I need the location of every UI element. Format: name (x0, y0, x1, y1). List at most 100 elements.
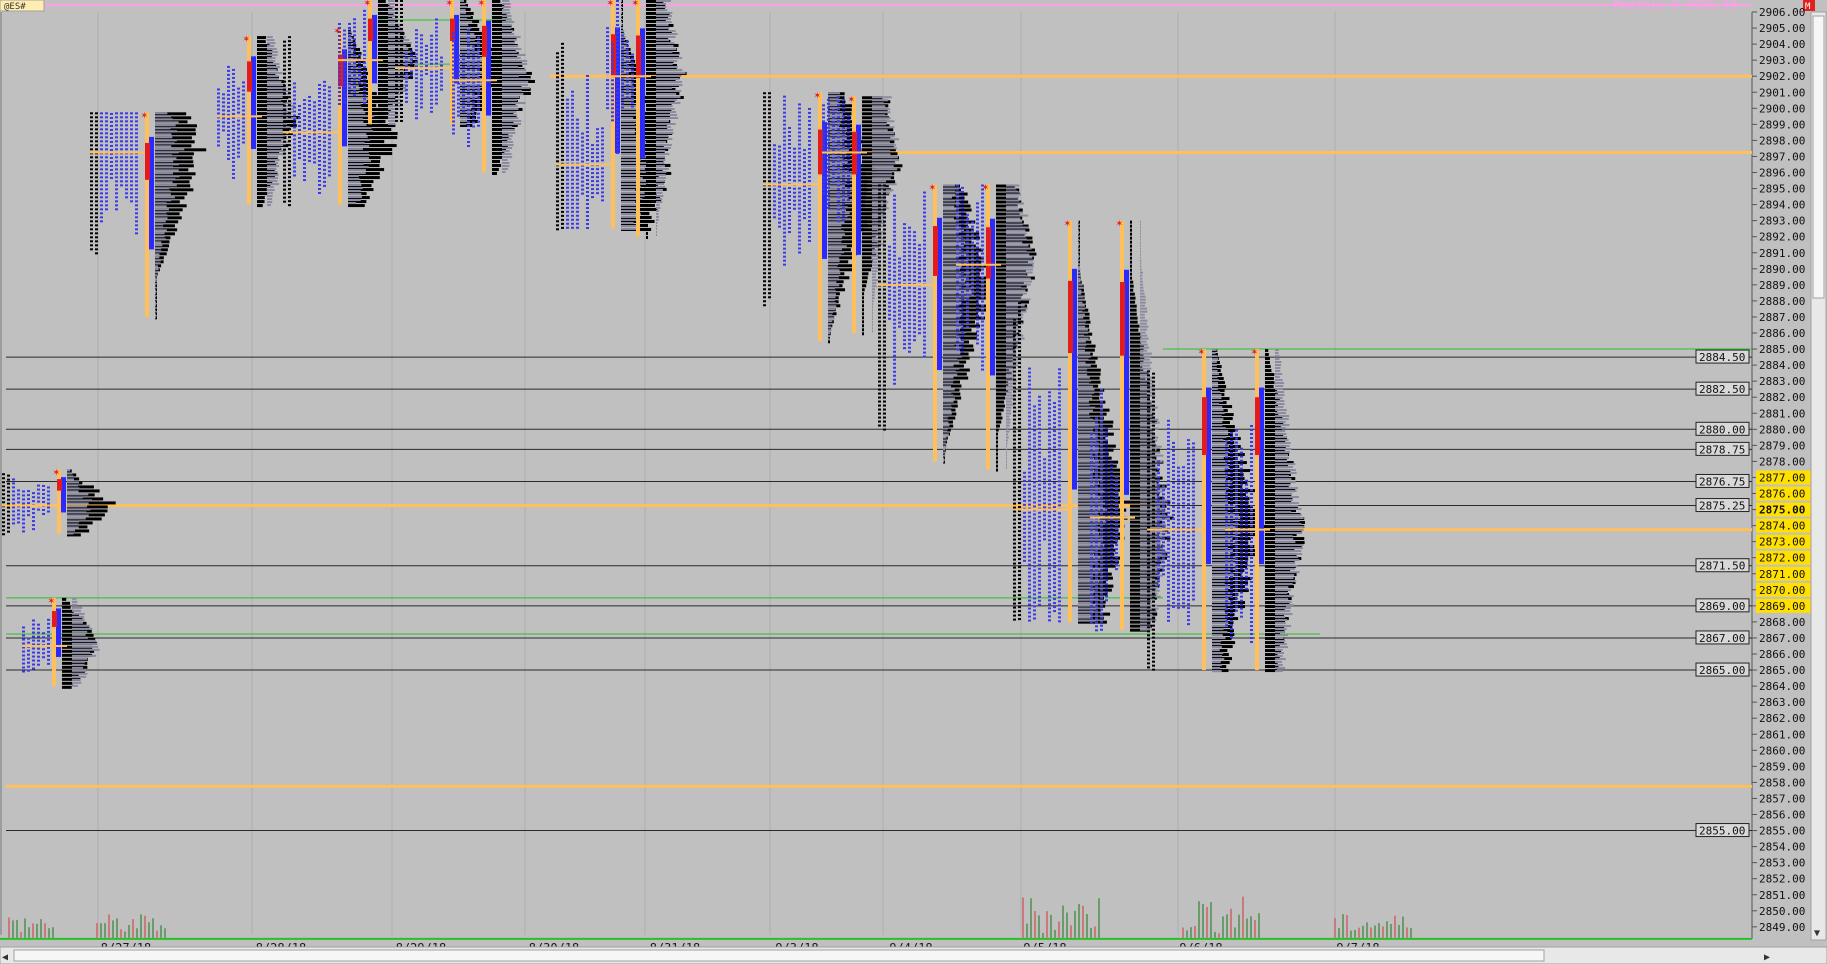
tpo-mark (318, 111, 321, 114)
tpo-mark (822, 104, 825, 107)
tpo-mark (328, 154, 331, 157)
tpo-mark (611, 95, 614, 98)
tpo-mark (1013, 350, 1016, 353)
tpo-mark (303, 99, 306, 102)
tpo-mark (832, 160, 835, 163)
volume-profile-bar (872, 303, 874, 306)
tpo-mark (435, 38, 438, 41)
tpo-mark (283, 96, 286, 99)
volume-profile-bar (1006, 262, 1035, 265)
tpo-mark (918, 260, 921, 263)
tpo-mark (400, 39, 403, 42)
volume-profile-bar (1006, 409, 1011, 412)
volume-profile-bar (1006, 286, 1022, 289)
tpo-mark (898, 277, 901, 280)
tpo-mark (22, 510, 25, 513)
tpo-mark (1018, 334, 1021, 337)
volume-profile-bar (155, 223, 164, 226)
tpo-mark (596, 148, 599, 151)
tpo-mark (37, 639, 40, 642)
tpo-mark (125, 160, 128, 163)
tpo-mark (883, 192, 886, 195)
tpo-histogram-bar (862, 312, 864, 316)
tpo-mark (837, 132, 840, 135)
tpo-mark (976, 342, 979, 345)
tpo-mark (556, 144, 559, 147)
tpo-mark (472, 45, 475, 48)
tpo-mark (1038, 419, 1041, 422)
tpo-mark (125, 180, 128, 183)
tpo-mark (1013, 342, 1016, 345)
tpo-mark (966, 221, 969, 224)
volume-profile-bar (943, 286, 962, 289)
tpo-mark (1043, 514, 1046, 517)
tpo-mark (32, 635, 35, 638)
volume-profile-bar (1006, 277, 1031, 280)
tpo-mark (832, 136, 835, 139)
tpo-mark (1038, 599, 1041, 602)
tpo-mark (125, 144, 128, 147)
volume-profile-bar (1006, 433, 1009, 436)
tpo-mark (913, 291, 916, 294)
tpo-mark (1013, 590, 1016, 593)
tpo-mark (842, 135, 845, 138)
tpo-mark (400, 83, 403, 86)
tpo-mark (400, 15, 403, 18)
volume-profile-bar (872, 153, 891, 156)
tpo-mark (893, 270, 896, 273)
tpo-mark (430, 46, 433, 49)
volume-profile-bar (502, 50, 518, 53)
tpo-mark (1023, 531, 1026, 534)
tpo-mark (961, 222, 964, 225)
tpo-mark (763, 220, 766, 223)
tpo-mark (586, 78, 589, 81)
tpo-mark (1033, 573, 1036, 576)
tpo-mark (115, 124, 118, 127)
tpo-mark (601, 191, 604, 194)
tpo-mark (981, 204, 984, 207)
tpo-mark (308, 143, 311, 146)
tpo-mark (467, 48, 470, 51)
tpo-mark (1023, 483, 1026, 486)
tpo-mark (343, 29, 346, 32)
tpo-mark (606, 27, 609, 30)
tpo-mark (1038, 523, 1041, 526)
tpo-mark (90, 144, 93, 147)
tpo-mark (1033, 409, 1036, 412)
volume-profile-bar (155, 127, 171, 130)
tpo-mark (847, 174, 850, 177)
volume-profile-bar (267, 174, 279, 177)
tpo-mark (293, 174, 296, 177)
tpo-mark (353, 18, 356, 21)
tpo-mark (288, 120, 291, 123)
tpo-mark (808, 163, 811, 166)
volume-profile-bar (872, 162, 896, 165)
tpo-mark (400, 99, 403, 102)
tpo-mark (601, 147, 604, 150)
tpo-mark (313, 141, 316, 144)
tpo-mark (283, 156, 286, 159)
tpo-mark (395, 31, 398, 34)
volume-profile-bar (72, 681, 82, 684)
volume-profile-bar (943, 379, 954, 382)
tpo-mark (1033, 433, 1036, 436)
volume-profile-bar (348, 103, 361, 106)
tpo-mark (878, 388, 881, 391)
tpo-mark (981, 236, 984, 239)
tpo-mark (242, 133, 245, 136)
volume-profile-bar (267, 120, 284, 123)
tpo-mark (348, 78, 351, 81)
tpo-mark (908, 230, 911, 233)
volume-profile-bar (872, 99, 889, 102)
volume-profile-bar (656, 5, 667, 8)
tpo-mark (631, 61, 634, 64)
tpo-mark (908, 270, 911, 273)
tpo-mark (410, 70, 413, 73)
tpo-mark (1013, 450, 1016, 453)
tpo-mark (400, 7, 403, 10)
tpo-mark (783, 139, 786, 142)
tpo-mark (90, 164, 93, 167)
tpo-mark (837, 136, 840, 139)
tpo-mark (556, 220, 559, 223)
tpo-mark (1028, 619, 1031, 622)
